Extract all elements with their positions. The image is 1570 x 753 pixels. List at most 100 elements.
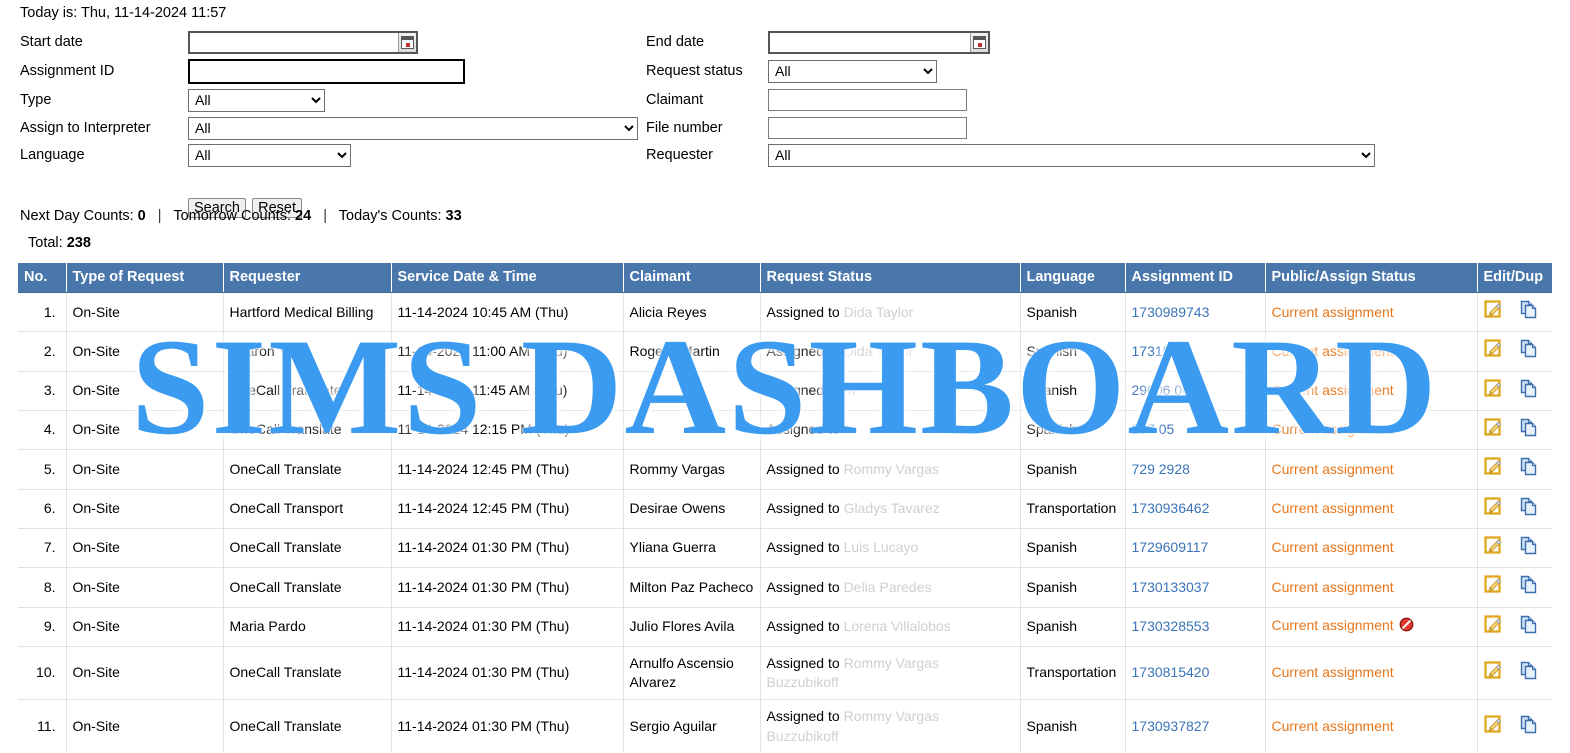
file-number-input[interactable] xyxy=(768,117,967,139)
duplicate-pages-icon[interactable] xyxy=(1519,418,1538,442)
cell-assignment-id[interactable]: 1730815420 xyxy=(1125,646,1265,700)
cell-public-assign-status[interactable]: Current assignment xyxy=(1265,528,1477,567)
duplicate-pages-icon[interactable] xyxy=(1519,615,1538,639)
assign-to-interpreter-select[interactable]: All xyxy=(188,117,638,140)
cell-public-assign-status[interactable]: Current assignment xyxy=(1265,489,1477,528)
cell-public-assign-status[interactable]: Current assignment xyxy=(1265,607,1477,646)
field-row-request-status: Request status All xyxy=(646,57,937,85)
cell-assignment-id[interactable]: 1730936462 xyxy=(1125,489,1265,528)
table-row: 1.On-SiteHartford Medical Billing11-14-2… xyxy=(18,293,1552,332)
current-assignment-link[interactable]: Current assignment xyxy=(1272,461,1394,477)
current-assignment-link[interactable]: Current assignment xyxy=(1272,500,1394,516)
duplicate-pages-icon[interactable] xyxy=(1519,300,1538,324)
cell-assignment-id[interactable]: 297 05 xyxy=(1125,410,1265,449)
current-assignment-link[interactable]: Current assignment xyxy=(1272,421,1394,437)
col-request-status[interactable]: Request Status xyxy=(760,263,1020,293)
edit-pencil-icon[interactable] xyxy=(1484,379,1503,403)
type-select[interactable]: All xyxy=(188,89,325,112)
cell-public-assign-status[interactable]: Current assignment xyxy=(1265,700,1477,753)
cell-public-assign-status[interactable]: Current assignment xyxy=(1265,646,1477,700)
col-claimant[interactable]: Claimant xyxy=(623,263,760,293)
assignment-id-link[interactable]: 1730937827 xyxy=(1132,718,1210,734)
edit-pencil-icon[interactable] xyxy=(1484,661,1503,685)
edit-pencil-icon[interactable] xyxy=(1484,300,1503,324)
current-assignment-link[interactable]: Current assignment xyxy=(1272,718,1394,734)
col-assignment-id[interactable]: Assignment ID xyxy=(1125,263,1265,293)
cell-public-assign-status[interactable]: Current assignment xyxy=(1265,293,1477,332)
edit-pencil-icon[interactable] xyxy=(1484,339,1503,363)
current-assignment-link[interactable]: Current assignment xyxy=(1272,579,1394,595)
cell-assignment-id[interactable]: 1730989743 xyxy=(1125,293,1265,332)
cell-assignment-id[interactable]: 729 2928 xyxy=(1125,450,1265,489)
col-public-assign-status[interactable]: Public/Assign Status xyxy=(1265,263,1477,293)
request-status-assignee: Rommy Vargas xyxy=(844,461,939,477)
edit-pencil-icon[interactable] xyxy=(1484,457,1503,481)
current-assignment-link[interactable]: Current assignment xyxy=(1272,304,1394,320)
edit-pencil-icon[interactable] xyxy=(1484,418,1503,442)
edit-pencil-icon[interactable] xyxy=(1484,536,1503,560)
assignment-id-link[interactable]: 1730328553 xyxy=(1132,618,1210,634)
cell-request-status: Assigned to Rommy Vargas Buzzubikoff xyxy=(760,646,1020,700)
cell-public-assign-status[interactable]: Current assignment xyxy=(1265,410,1477,449)
col-language[interactable]: Language xyxy=(1020,263,1125,293)
assignment-id-link[interactable]: 1730936462 xyxy=(1132,500,1210,516)
cell-public-assign-status[interactable]: Current assignment xyxy=(1265,332,1477,371)
field-row-claimant: Claimant xyxy=(646,86,967,114)
cell-assignment-id[interactable]: 1729609117 xyxy=(1125,528,1265,567)
cell-public-assign-status[interactable]: Current assignment xyxy=(1265,371,1477,410)
requester-select[interactable]: All xyxy=(768,144,1375,167)
duplicate-pages-icon[interactable] xyxy=(1519,575,1538,599)
cell-no: 1. xyxy=(18,293,66,332)
edit-pencil-icon[interactable] xyxy=(1484,615,1503,639)
current-assignment-link[interactable]: Current assignment xyxy=(1272,617,1394,633)
language-select[interactable]: All xyxy=(188,144,351,167)
cell-service-date-time: 11-14-2024 01:30 PM (Thu) xyxy=(391,700,623,753)
duplicate-pages-icon[interactable] xyxy=(1519,457,1538,481)
end-date-input[interactable] xyxy=(770,33,970,52)
cell-public-assign-status[interactable]: Current assignment xyxy=(1265,450,1477,489)
start-date-calendar-icon[interactable] xyxy=(398,33,416,52)
assignment-id-link[interactable]: 729 2928 xyxy=(1132,461,1190,477)
col-edit-dup[interactable]: Edit/Dup xyxy=(1477,263,1552,293)
edit-pencil-icon[interactable] xyxy=(1484,497,1503,521)
total-label: Total: xyxy=(28,235,63,251)
assignment-id-link[interactable]: 1729609117 xyxy=(1132,539,1209,555)
cell-assignment-id[interactable]: 29006 06 xyxy=(1125,371,1265,410)
duplicate-pages-icon[interactable] xyxy=(1519,379,1538,403)
cell-public-assign-status[interactable]: Current assignment xyxy=(1265,568,1477,607)
edit-pencil-icon[interactable] xyxy=(1484,715,1503,739)
request-status-select[interactable]: All xyxy=(768,60,937,83)
cell-no: 10. xyxy=(18,646,66,700)
col-type-of-request[interactable]: Type of Request xyxy=(66,263,223,293)
cell-assignment-id[interactable]: 1730133037 xyxy=(1125,568,1265,607)
cell-assignment-id[interactable]: 1730937827 xyxy=(1125,700,1265,753)
cell-service-date-time: 11-14-2024 12:45 PM (Thu) xyxy=(391,489,623,528)
duplicate-pages-icon[interactable] xyxy=(1519,497,1538,521)
duplicate-pages-icon[interactable] xyxy=(1519,661,1538,685)
edit-pencil-icon[interactable] xyxy=(1484,575,1503,599)
cell-assignment-id[interactable]: 1731539 xyxy=(1125,332,1265,371)
col-requester[interactable]: Requester xyxy=(223,263,391,293)
assignment-id-link[interactable]: 297 05 xyxy=(1132,421,1175,437)
assignment-id-link[interactable]: 1730989743 xyxy=(1132,304,1210,320)
cell-assignment-id[interactable]: 1730328553 xyxy=(1125,607,1265,646)
assignment-id-link[interactable]: 1731539 xyxy=(1132,343,1187,359)
col-no[interactable]: No. xyxy=(18,263,66,293)
end-date-calendar-icon[interactable] xyxy=(970,33,988,52)
current-assignment-link[interactable]: Current assignment xyxy=(1272,539,1394,555)
duplicate-pages-icon[interactable] xyxy=(1519,536,1538,560)
duplicate-pages-icon[interactable] xyxy=(1519,715,1538,739)
current-assignment-link[interactable]: Current assignment xyxy=(1272,382,1394,398)
assignment-id-link[interactable]: 1730815420 xyxy=(1132,664,1210,680)
assignment-id-link[interactable]: 29006 06 xyxy=(1132,382,1190,398)
current-assignment-link[interactable]: Current assignment xyxy=(1272,343,1394,359)
current-assignment-link[interactable]: Current assignment xyxy=(1272,664,1394,680)
col-service-date-time[interactable]: Service Date & Time xyxy=(391,263,623,293)
assignment-id-input[interactable] xyxy=(188,59,465,84)
claimant-input[interactable] xyxy=(768,89,967,111)
assignment-id-link[interactable]: 1730133037 xyxy=(1132,579,1210,595)
field-row-language: Language All xyxy=(20,141,351,169)
file-number-label: File number xyxy=(646,120,768,136)
duplicate-pages-icon[interactable] xyxy=(1519,339,1538,363)
start-date-input[interactable] xyxy=(190,33,398,52)
